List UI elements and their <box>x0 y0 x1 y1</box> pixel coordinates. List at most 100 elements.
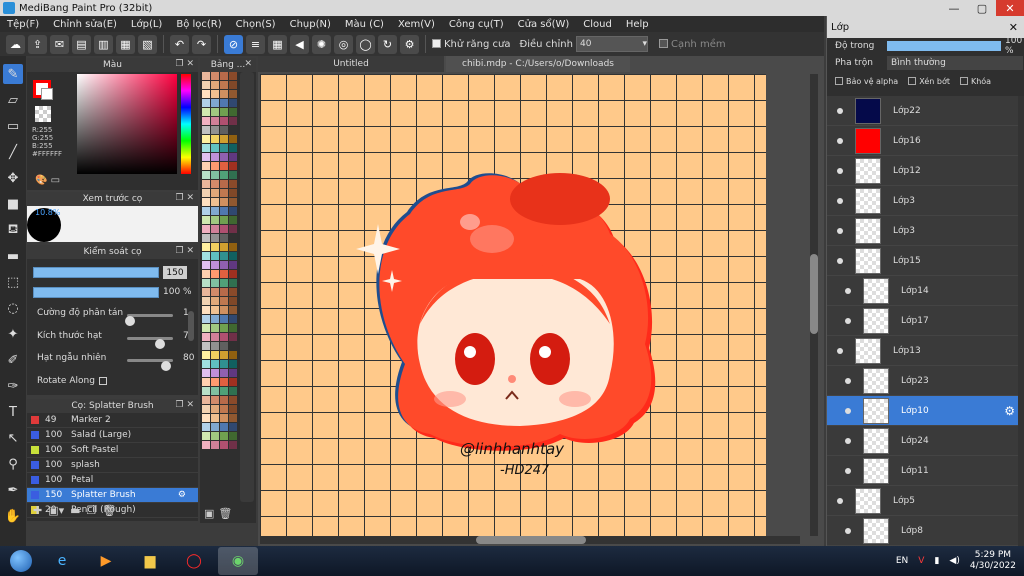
visibility-eye-icon[interactable] <box>837 347 843 354</box>
network-icon[interactable]: ▮ <box>934 556 939 566</box>
share-icon[interactable]: ⇪ <box>28 34 47 54</box>
palette-swatch[interactable] <box>202 126 210 134</box>
palette-swatch[interactable] <box>202 360 210 368</box>
visibility-eye-icon[interactable] <box>837 167 843 174</box>
palette-swatch[interactable] <box>202 441 210 449</box>
visibility-eye-icon[interactable] <box>837 257 843 264</box>
file-explorer-icon[interactable]: ▆ <box>130 547 170 575</box>
brush-list-item[interactable]: 100 splash <box>27 458 198 473</box>
palette-swatch[interactable] <box>220 315 228 323</box>
palette-swatch[interactable] <box>229 342 237 350</box>
palette-swatch[interactable] <box>220 333 228 341</box>
palette-swatch[interactable] <box>229 126 237 134</box>
palette-swatch[interactable] <box>220 189 228 197</box>
brush-size-slider[interactable] <box>33 267 159 278</box>
color-mode-icons[interactable]: 🎨 ▭ <box>35 175 60 186</box>
scatter-slider[interactable] <box>125 314 173 326</box>
palette-swatch[interactable] <box>202 369 210 377</box>
palette-swatch[interactable] <box>211 360 219 368</box>
panel-close-icon[interactable]: ❐ ✕ <box>176 59 194 69</box>
fill-rect-tool-icon[interactable]: ■ <box>3 194 23 214</box>
palette-swatch[interactable] <box>220 369 228 377</box>
text-tool-icon[interactable]: T <box>3 402 23 422</box>
palette-swatch[interactable] <box>202 297 210 305</box>
palette-swatch[interactable] <box>229 234 237 242</box>
palette-swatch[interactable] <box>220 351 228 359</box>
random-slider[interactable] <box>127 359 173 371</box>
palette-swatch[interactable] <box>202 99 210 107</box>
palette-swatch[interactable] <box>229 441 237 449</box>
lasso-tool-icon[interactable]: ◌ <box>3 298 23 318</box>
palette-swatch[interactable] <box>211 369 219 377</box>
palette-swatch[interactable] <box>229 72 237 80</box>
layer-row[interactable]: Lớp5 <box>827 486 1019 516</box>
palette-swatch[interactable] <box>220 72 228 80</box>
palette-swatch[interactable] <box>229 369 237 377</box>
palette-swatch[interactable] <box>229 216 237 224</box>
tab-untitled[interactable]: Untitled <box>258 56 444 72</box>
palette-swatch[interactable] <box>202 396 210 404</box>
palette-swatch[interactable] <box>229 387 237 395</box>
cross-snap-icon[interactable]: ▦ <box>268 34 287 54</box>
palette-swatch[interactable] <box>202 207 210 215</box>
palette-swatch[interactable] <box>229 81 237 89</box>
palette-swatch[interactable] <box>229 360 237 368</box>
palette-swatch[interactable] <box>220 243 228 251</box>
palette-swatch[interactable] <box>202 261 210 269</box>
palette-swatch[interactable] <box>202 234 210 242</box>
palette-swatch[interactable] <box>220 135 228 143</box>
palette-swatch[interactable] <box>202 108 210 116</box>
palette-swatch[interactable] <box>229 405 237 413</box>
palette-swatch[interactable] <box>202 72 210 80</box>
antivirus-icon[interactable]: V <box>918 556 924 566</box>
palette-scrollbar[interactable] <box>240 72 254 502</box>
brush-list-item[interactable]: 100 Petal <box>27 473 198 488</box>
palette-swatch[interactable] <box>220 378 228 386</box>
layer-row[interactable]: Lớp11 <box>827 456 1019 486</box>
palette-swatch[interactable] <box>229 279 237 287</box>
grid-icon[interactable]: ▦ <box>116 34 135 54</box>
palette-swatch[interactable] <box>220 396 228 404</box>
protect-alpha-checkbox[interactable] <box>835 77 843 85</box>
slider-knob[interactable] <box>161 361 171 371</box>
layer-row[interactable]: Lớp3 <box>827 186 1019 216</box>
palette-swatch[interactable] <box>211 423 219 431</box>
palette-swatch[interactable] <box>229 243 237 251</box>
palette-swatch[interactable] <box>220 252 228 260</box>
palette-swatch[interactable] <box>211 207 219 215</box>
menu-file[interactable]: Tệp(F) <box>0 19 46 30</box>
select-eraser-tool-icon[interactable]: ✑ <box>3 376 23 396</box>
snap-off-icon[interactable]: ⊘ <box>224 34 243 54</box>
layer-row[interactable]: Lớp12 <box>827 156 1019 186</box>
folder-icon[interactable]: ▬ <box>70 504 80 517</box>
visibility-eye-icon[interactable] <box>837 137 843 144</box>
palette-swatch[interactable] <box>220 279 228 287</box>
layer-row[interactable]: Lớp13 <box>827 336 1019 366</box>
palette-swatch[interactable] <box>220 270 228 278</box>
brush-size-value[interactable]: 150 <box>163 266 187 279</box>
palette-swatch[interactable] <box>202 432 210 440</box>
palette-swatch[interactable] <box>202 135 210 143</box>
palette-swatch[interactable] <box>202 351 210 359</box>
brush-opacity-slider[interactable] <box>33 287 159 298</box>
clock[interactable]: 5:29 PM 4/30/2022 <box>970 550 1016 572</box>
palette-swatch[interactable] <box>202 423 210 431</box>
start-button[interactable] <box>4 547 38 575</box>
palette-swatch[interactable] <box>202 90 210 98</box>
palette-swatch[interactable] <box>211 414 219 422</box>
language-indicator[interactable]: EN <box>896 556 908 566</box>
palette-swatch[interactable] <box>202 198 210 206</box>
menu-help[interactable]: Help <box>619 19 656 30</box>
adjust-input[interactable]: 40 ▾ <box>575 36 648 52</box>
palette-swatch[interactable] <box>211 234 219 242</box>
menu-view[interactable]: Xem(V) <box>391 19 442 30</box>
palette-swatch[interactable] <box>211 135 219 143</box>
layer-row[interactable]: Lớp15 <box>827 246 1019 276</box>
layer-blend-select[interactable]: Bình thường <box>887 56 1023 70</box>
palette-swatch[interactable] <box>220 99 228 107</box>
magic-wand-tool-icon[interactable]: ✦ <box>3 324 23 344</box>
palette-swatch[interactable] <box>202 387 210 395</box>
lock-option[interactable]: Khóa <box>959 77 991 86</box>
close-button[interactable]: ✕ <box>996 0 1024 16</box>
visibility-eye-icon[interactable] <box>845 437 851 444</box>
